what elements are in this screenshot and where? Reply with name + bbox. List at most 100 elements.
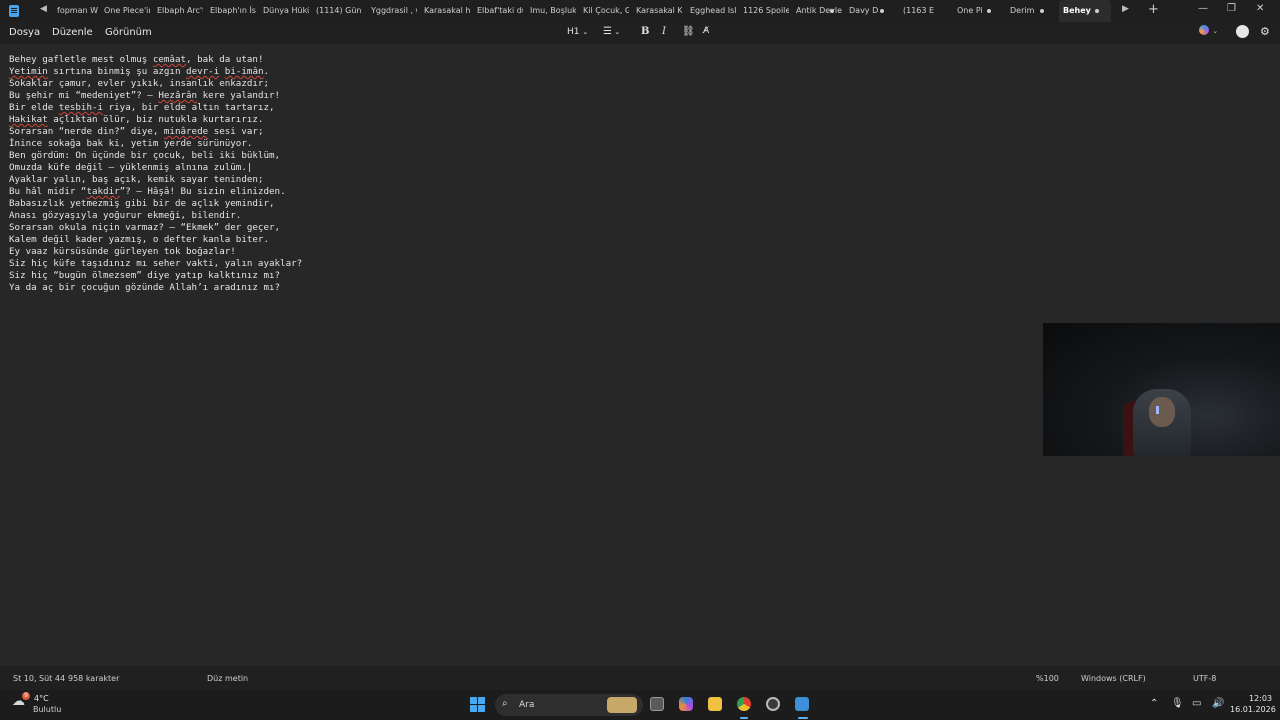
tab[interactable]: 1126 Spoiler) (739, 0, 789, 22)
close-icon[interactable]: ✕ (1256, 3, 1264, 14)
menu-file[interactable]: Dosya (9, 27, 40, 38)
editor-area[interactable]: Behey gafletle mest olmuş cemâat, bak da… (0, 44, 1280, 666)
misspelled-word: tesbih-i (58, 102, 104, 113)
clock-time[interactable]: 12:03 (1249, 694, 1272, 703)
text-line[interactable]: Babasızlık yetmezmiş gibi bir de açlık y… (9, 198, 302, 210)
microphone-icon[interactable]: 🎙 (1171, 698, 1184, 709)
tab[interactable]: (1114) Güneşi (312, 0, 362, 22)
tab[interactable]: Karasakal ha (420, 0, 470, 22)
text-segment: . (263, 66, 270, 77)
text-line[interactable]: Kalem değil kader yazmış, o defter kanla… (9, 234, 302, 246)
restore-icon[interactable]: ❐ (1227, 3, 1236, 14)
tab-scroll-right-icon[interactable]: ▶ (1122, 4, 1129, 14)
text-line[interactable]: Sorarsan “nerde din?” diye, minârede ses… (9, 126, 302, 138)
tab[interactable]: Davy D (845, 0, 895, 22)
tab-unsaved-dot-icon (880, 9, 884, 13)
text-line[interactable]: Ben gördüm: On üçünde bir çocuk, beli ik… (9, 150, 302, 162)
menu-view[interactable]: Görünüm (105, 27, 152, 38)
clear-format-icon[interactable]: A̸ (703, 26, 709, 36)
notepad-app-icon[interactable] (795, 697, 809, 711)
tab-scroll-left-icon[interactable]: ◀ (40, 4, 47, 14)
tab[interactable]: One Pi (953, 0, 1003, 22)
chrome-icon[interactable] (737, 697, 751, 711)
copilot-app-icon[interactable] (679, 697, 693, 711)
text-line[interactable]: Ya da aç bir çocuğun gözünde Allah’ı ara… (9, 282, 302, 294)
italic-icon[interactable]: I (662, 26, 666, 37)
text-line[interactable]: Hakikat açlıktan ölür, biz nutukla kurta… (9, 114, 302, 126)
tab-bar: ◀ fopman W One Piece'in Elbaph Arc't Elbaph… (0, 0, 1280, 22)
tab[interactable]: One Piece'in (100, 0, 150, 22)
tab[interactable]: Imu, Boşluk (526, 0, 576, 22)
document-text[interactable]: Behey gafletle mest olmuş cemâat, bak da… (9, 54, 302, 294)
text-line[interactable]: Siz hiç küfe taşıdınız mı seher vakti, y… (9, 258, 302, 270)
notepad-active-indicator (798, 717, 808, 719)
taskbar: ☁ 9 4°C Bulutlu ⌕ Ara ⌃ 🎙 ▭ 🔊 12:03 16.0… (0, 690, 1280, 720)
settings-app-icon[interactable] (766, 697, 780, 711)
weather-temperature[interactable]: 4°C (34, 694, 49, 703)
webcam-overlay (1043, 323, 1280, 456)
text-line[interactable]: Anası gözyaşıyla yoğurur ekmeği, bilendi… (9, 210, 302, 222)
tab[interactable]: (1163 E (899, 0, 949, 22)
bullet-list-icon[interactable]: ☰ ⌄ (603, 26, 620, 37)
tab[interactable]: Kil Çocuk, Gu (579, 0, 629, 22)
network-icon[interactable]: ▭ (1192, 698, 1201, 709)
windows-start-icon[interactable] (470, 697, 485, 712)
text-line[interactable]: Ey vaaz kürsüsünde gürleyen tok boğazlar… (9, 246, 302, 258)
task-view-icon[interactable] (650, 697, 664, 711)
text-line[interactable]: Ayaklar yalın, baş açık, kemik sayar ten… (9, 174, 302, 186)
tab-unsaved-dot-icon (987, 9, 991, 13)
text-line[interactable]: Sorarsan okula niçin varmaz? — “Ekmek” d… (9, 222, 302, 234)
text-line[interactable]: Omuzda küfe değil — yüklenmiş alnına zul… (9, 162, 302, 174)
format-mode[interactable]: Düz metin (207, 674, 248, 683)
chevron-up-icon[interactable]: ⌃ (1150, 698, 1158, 709)
weather-badge: 9 (22, 692, 30, 700)
tab[interactable]: Elbaph Arc't (153, 0, 203, 22)
tab[interactable]: Karasakal Ko (632, 0, 682, 22)
status-bar: St 10, Süt 44 958 karakter Düz metin %10… (0, 666, 1280, 690)
account-icon[interactable] (1236, 25, 1249, 38)
tab[interactable]: Elbaf'taki du (473, 0, 523, 22)
clock-date[interactable]: 16.01.2026 (1230, 705, 1276, 714)
tab[interactable]: Antik Devler (792, 0, 842, 22)
tab[interactable]: fopman W (53, 0, 103, 22)
text-segment: sesi var; (208, 126, 264, 137)
text-line[interactable]: Sokaklar çamur, evler yıkık, insanlık en… (9, 78, 302, 90)
volume-icon[interactable]: 🔊 (1212, 698, 1224, 709)
text-line[interactable]: Yetimin sırtına binmiş şu azgın devr-i b… (9, 66, 302, 78)
text-segment: riya, bir elde altın tartarız, (103, 102, 275, 113)
text-line[interactable]: Siz hiç “bugün ölmezsem” diye yatıp kalk… (9, 270, 302, 282)
misspelled-word: cemâat (152, 54, 187, 65)
text-segment: Sokaklar çamur, evler yıkık, insanlık en… (9, 78, 269, 89)
tab[interactable]: Dünya Hükü (259, 0, 309, 22)
tab[interactable]: Egghead Isla (686, 0, 736, 22)
zoom-level[interactable]: %100 (1036, 674, 1059, 683)
file-explorer-icon[interactable] (708, 697, 722, 711)
tab-unsaved-dot-icon (830, 9, 834, 13)
text-segment: Bu hâl midir “ (9, 186, 87, 197)
copilot-icon[interactable]: ⌄ (1199, 25, 1218, 36)
text-line[interactable]: Bu hâl midir “takdir”? — Hâşâ! Bu sizin … (9, 186, 302, 198)
text-segment: Ben gördüm: On üçünde bir çocuk, beli ik… (9, 150, 281, 161)
tab[interactable]: Yggdrasil , w (367, 0, 417, 22)
link-icon[interactable]: ⛓ (682, 26, 695, 37)
encoding[interactable]: UTF-8 (1193, 674, 1216, 683)
bold-icon[interactable]: B (641, 26, 649, 37)
tab-active[interactable]: Behey (1059, 0, 1111, 22)
minimize-icon[interactable]: — (1198, 3, 1208, 14)
cursor-position[interactable]: St 10, Süt 44 (13, 674, 65, 683)
gear-icon[interactable]: ⚙ (1260, 25, 1270, 38)
tab[interactable]: Elbaph'ın İsk (206, 0, 256, 22)
text-line[interactable]: Behey gafletle mest olmuş cemâat, bak da… (9, 54, 302, 66)
tab[interactable]: Derim (1006, 0, 1056, 22)
taskbar-search[interactable]: ⌕ Ara (495, 694, 643, 716)
text-line[interactable]: Bu şehir mi “medeniyet”? — Hezârân kere … (9, 90, 302, 102)
text-segment: ”? — Hâşâ! Bu sizin elinizden. (119, 186, 286, 197)
new-tab-icon[interactable]: + (1148, 2, 1159, 17)
text-segment: Anası gözyaşıyla yoğurur ekmeği, bilendi… (9, 210, 242, 221)
text-line[interactable]: Bir elde tesbih-i riya, bir elde altın t… (9, 102, 302, 114)
weather-condition[interactable]: Bulutlu (33, 705, 61, 714)
menu-edit[interactable]: Düzenle (52, 27, 93, 38)
line-ending[interactable]: Windows (CRLF) (1081, 674, 1146, 683)
heading-dropdown[interactable]: H1 ⌄ (567, 27, 588, 37)
text-line[interactable]: İnince sokağa bak ki, yetim yerde sürünü… (9, 138, 302, 150)
